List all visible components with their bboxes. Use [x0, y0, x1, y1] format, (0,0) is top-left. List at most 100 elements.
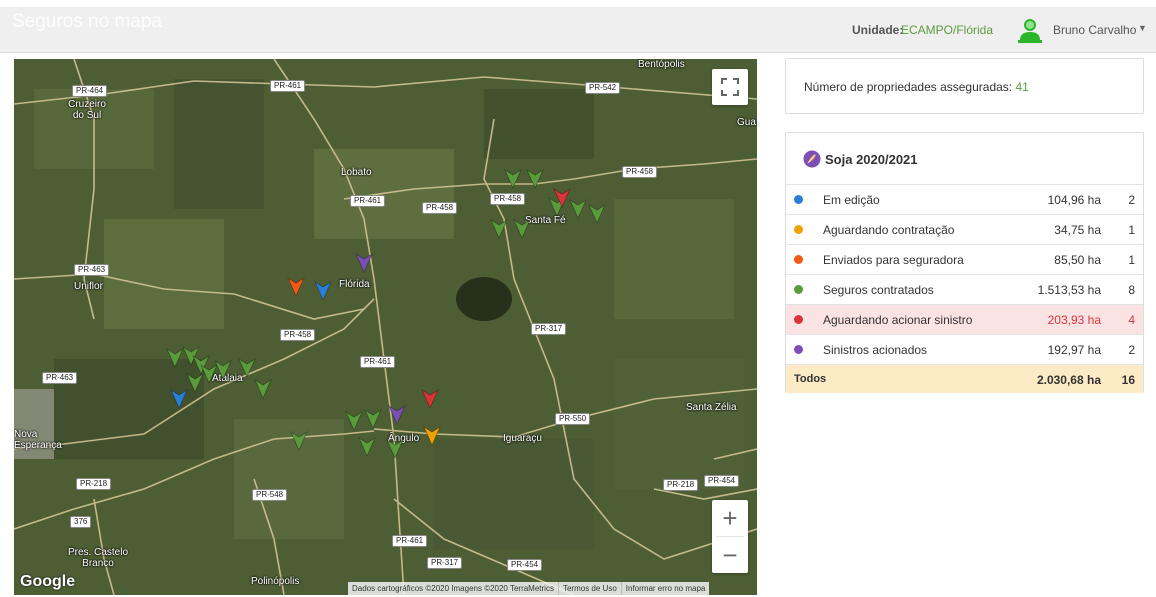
road-label: PR-461: [392, 535, 428, 547]
soybean-icon: [803, 150, 821, 168]
road-label: PR-458: [422, 202, 458, 214]
zoom-out-button[interactable]: −: [712, 537, 748, 573]
town-label: Flórida: [339, 279, 370, 290]
status-dot: [794, 345, 803, 354]
map-marker-icon[interactable]: [287, 277, 305, 297]
road-label: PR-461: [350, 195, 386, 207]
road-label: PR-542: [585, 82, 621, 94]
map-marker-icon[interactable]: [553, 188, 571, 208]
map-marker-icon[interactable]: [569, 199, 587, 219]
map-marker-icon[interactable]: [386, 439, 404, 459]
status-row-seguros-contratados[interactable]: Seguros contratados 1.513,53 ha 8: [786, 275, 1143, 305]
unit-value[interactable]: ECAMPO/Flórida: [901, 23, 993, 37]
status-count: 1: [1128, 223, 1135, 237]
status-row-em-edicao[interactable]: Em edição 104,96 ha 2: [786, 185, 1143, 215]
status-dot: [794, 315, 803, 324]
map-marker-icon[interactable]: [421, 389, 439, 409]
status-label: Sinistros acionados: [823, 343, 928, 357]
road-label: PR-464: [72, 85, 108, 97]
status-row-aguardando-sinistro[interactable]: Aguardando acionar sinistro 203,93 ha 4: [786, 305, 1143, 335]
crop-title: Soja 2020/2021: [825, 152, 918, 167]
map-attribution: Dados cartográficos ©2020 Imagens ©2020 …: [348, 582, 710, 595]
map-marker-icon[interactable]: [504, 169, 522, 189]
town-label: Iguaraçu: [503, 433, 542, 444]
status-count: 4: [1128, 313, 1135, 327]
status-count: 2: [1128, 343, 1135, 357]
map-marker-icon[interactable]: [345, 411, 363, 431]
map-marker-icon[interactable]: [364, 409, 382, 429]
insured-properties-card: Número de propriedades asseguradas: 41: [785, 58, 1144, 114]
map-marker-icon[interactable]: [490, 219, 508, 239]
terms-link[interactable]: Termos de Uso: [557, 582, 621, 595]
road-label: PR-218: [663, 479, 699, 491]
status-label: Seguros contratados: [823, 283, 934, 297]
map-marker-icon[interactable]: [254, 379, 272, 399]
map-marker-icon[interactable]: [314, 281, 332, 301]
town-label: Lobato: [341, 167, 372, 178]
status-label: Em edição: [823, 193, 880, 207]
report-error-link[interactable]: Informar erro no mapa: [620, 582, 710, 595]
status-area: 192,97 ha: [1047, 343, 1101, 357]
chevron-down-icon[interactable]: ▼: [1138, 23, 1147, 33]
road-label: PR-317: [427, 557, 463, 569]
map-marker-icon[interactable]: [358, 437, 376, 457]
status-row-sinistros-acionados[interactable]: Sinistros acionados 192,97 ha 2: [786, 335, 1143, 365]
status-dot: [794, 255, 803, 264]
road-label: PR-454: [507, 559, 543, 571]
user-avatar-icon[interactable]: [1016, 16, 1044, 44]
road-label: PR-463: [74, 264, 110, 276]
map-marker-icon[interactable]: [214, 360, 232, 380]
fullscreen-icon: [721, 78, 739, 96]
zoom-in-button[interactable]: +: [712, 500, 748, 536]
crop-header: Soja 2020/2021: [786, 133, 1143, 185]
road-label: PR-317: [531, 323, 567, 335]
town-label: Polinópolis: [251, 576, 300, 587]
status-row-enviados-seguradora[interactable]: Enviados para seguradora 85,50 ha 1: [786, 245, 1143, 275]
status-row-total[interactable]: Todos 2.030,68 ha 16: [786, 365, 1143, 393]
map-marker-icon[interactable]: [513, 219, 531, 239]
map-marker-icon[interactable]: [290, 431, 308, 451]
road-label: PR-461: [360, 356, 396, 368]
total-area: 2.030,68 ha: [1036, 373, 1101, 387]
status-dot: [794, 195, 803, 204]
town-label: Nova Esperança: [14, 429, 62, 451]
status-count: 2: [1128, 193, 1135, 207]
town-label: Gua: [737, 117, 756, 128]
town-label: Cruzeiro do Sul: [68, 99, 106, 121]
map-marker-icon[interactable]: [238, 358, 256, 378]
road-label: PR-461: [270, 80, 306, 92]
status-label: Aguardando contratação: [823, 223, 955, 237]
town-label: Bentópolis: [638, 59, 685, 70]
map-marker-icon[interactable]: [526, 169, 544, 189]
road-label: PR-454: [704, 475, 740, 487]
user-name[interactable]: Bruno Carvalho: [1053, 23, 1136, 37]
top-header: Seguros no mapa Unidade: ECAMPO/Flórida …: [0, 7, 1156, 53]
road-label: PR-458: [280, 329, 316, 341]
map-view[interactable]: PR-464 PR-461 PR-542 PR-458 PR-461 PR-45…: [14, 59, 757, 595]
insured-properties-value: 41: [1015, 80, 1029, 94]
status-count: 1: [1128, 253, 1135, 267]
status-area: 203,93 ha: [1047, 313, 1101, 327]
crop-summary-card: Soja 2020/2021 Em edição 104,96 ha 2 Agu…: [785, 132, 1144, 393]
status-label: Aguardando acionar sinistro: [823, 313, 973, 327]
town-label: Uniflor: [74, 281, 103, 292]
satellite-background: [14, 59, 757, 595]
unit-label: Unidade:: [852, 23, 904, 37]
town-label: Pres. Castelo Branco: [67, 547, 129, 569]
map-marker-icon[interactable]: [186, 373, 204, 393]
status-area: 1.513,53 ha: [1037, 283, 1101, 297]
map-marker-icon[interactable]: [355, 253, 373, 273]
road-label: 376: [70, 516, 92, 528]
status-dot: [794, 285, 803, 294]
status-area: 34,75 ha: [1054, 223, 1101, 237]
map-marker-icon[interactable]: [388, 405, 406, 425]
zoom-control: + −: [712, 500, 748, 573]
map-marker-icon[interactable]: [423, 426, 441, 446]
fullscreen-button[interactable]: [712, 69, 748, 105]
status-count: 8: [1128, 283, 1135, 297]
total-count: 16: [1121, 373, 1135, 387]
map-marker-icon[interactable]: [588, 204, 606, 224]
status-label: Enviados para seguradora: [823, 253, 964, 267]
insured-properties-label: Número de propriedades asseguradas:: [804, 80, 1013, 94]
status-row-aguardando-contratacao[interactable]: Aguardando contratação 34,75 ha 1: [786, 215, 1143, 245]
